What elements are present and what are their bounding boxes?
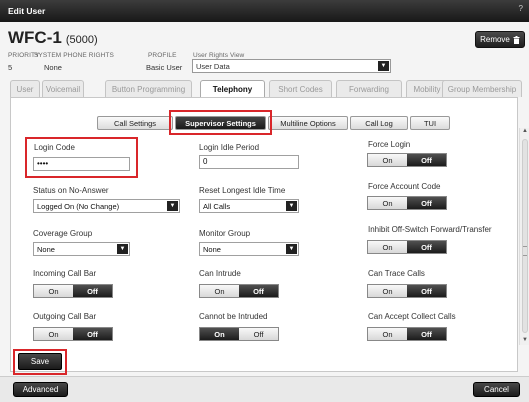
tab-user[interactable]: User xyxy=(10,80,40,97)
status-no-answer-value: Logged On (No Change) xyxy=(37,202,120,211)
inhibit-off-switch-on[interactable]: On xyxy=(368,241,407,253)
monitor-group-value: None xyxy=(203,245,221,254)
chevron-down-icon: ▼ xyxy=(117,244,128,254)
subtab-tui[interactable]: TUI xyxy=(410,116,450,130)
scroll-up-icon[interactable]: ▲ xyxy=(521,128,529,136)
force-account-code-label: Force Account Code xyxy=(368,182,441,191)
force-account-code-off[interactable]: Off xyxy=(407,197,446,209)
outgoing-call-bar-toggle[interactable]: On Off xyxy=(33,327,113,341)
system-phone-rights-value: None xyxy=(44,63,62,72)
accept-collect-calls-on[interactable]: On xyxy=(368,328,407,340)
tab-forwarding[interactable]: Forwarding xyxy=(336,80,402,97)
chevron-down-icon: ▼ xyxy=(378,61,389,71)
can-intrude-toggle[interactable]: On Off xyxy=(199,284,279,298)
cannot-be-intruded-off[interactable]: Off xyxy=(239,328,278,340)
footer-bar: Advanced Cancel xyxy=(0,376,529,402)
subtab-call-settings[interactable]: Call Settings xyxy=(97,116,173,130)
main-tabs: User Voicemail Button Programming Teleph… xyxy=(10,80,529,98)
incoming-call-bar-off[interactable]: Off xyxy=(73,285,112,297)
outgoing-call-bar-label: Outgoing Call Bar xyxy=(33,312,97,321)
can-trace-calls-toggle[interactable]: On Off xyxy=(367,284,447,298)
cannot-be-intruded-toggle[interactable]: On Off xyxy=(199,327,279,341)
login-idle-period-label: Login Idle Period xyxy=(199,143,260,152)
inhibit-off-switch-toggle[interactable]: On Off xyxy=(367,240,447,254)
priority-value: 5 xyxy=(8,63,13,72)
can-intrude-on[interactable]: On xyxy=(200,285,239,297)
cannot-be-intruded-on[interactable]: On xyxy=(200,328,239,340)
supervisor-settings-highlight xyxy=(169,110,272,135)
status-no-answer-select[interactable]: Logged On (No Change) ▼ xyxy=(33,199,180,213)
coverage-group-label: Coverage Group xyxy=(33,229,93,238)
content-scrollbar[interactable]: ▲ ▼ xyxy=(519,128,529,345)
can-intrude-off[interactable]: Off xyxy=(239,285,278,297)
profile-value: Basic User xyxy=(146,63,183,72)
user-name: WFC-1 (5000) xyxy=(8,28,98,48)
reset-idle-time-value: All Calls xyxy=(203,202,231,211)
advanced-button[interactable]: Advanced xyxy=(13,382,68,397)
scroll-down-icon[interactable]: ▼ xyxy=(521,337,529,345)
login-code-highlight xyxy=(25,137,138,178)
cannot-be-intruded-label: Cannot be Intruded xyxy=(199,312,268,321)
status-no-answer-label: Status on No-Answer xyxy=(33,186,109,195)
monitor-group-select[interactable]: None ▼ xyxy=(199,242,299,256)
incoming-call-bar-label: Incoming Call Bar xyxy=(33,269,97,278)
reset-idle-time-select[interactable]: All Calls ▼ xyxy=(199,199,299,213)
force-login-toggle[interactable]: On Off xyxy=(367,153,447,167)
can-trace-calls-off[interactable]: Off xyxy=(407,285,446,297)
can-trace-calls-on[interactable]: On xyxy=(368,285,407,297)
help-icon[interactable]: ? xyxy=(519,4,523,13)
user-rights-view-select[interactable]: User Data ▼ xyxy=(192,59,391,73)
user-name-text: WFC-1 xyxy=(8,28,62,47)
accept-collect-calls-off[interactable]: Off xyxy=(407,328,446,340)
force-login-on[interactable]: On xyxy=(368,154,407,166)
monitor-group-label: Monitor Group xyxy=(199,229,251,238)
can-trace-calls-label: Can Trace Calls xyxy=(368,269,425,278)
force-login-off[interactable]: Off xyxy=(407,154,446,166)
outgoing-call-bar-on[interactable]: On xyxy=(34,328,73,340)
trash-icon xyxy=(513,35,520,44)
tab-telephony[interactable]: Telephony xyxy=(200,80,265,98)
accept-collect-calls-label: Can Accept Collect Calls xyxy=(368,312,456,321)
outgoing-call-bar-off[interactable]: Off xyxy=(73,328,112,340)
remove-button[interactable]: Remove xyxy=(475,31,525,48)
user-rights-view-value: User Data xyxy=(196,62,230,71)
tab-short-codes[interactable]: Short Codes xyxy=(269,80,332,97)
user-extension: (5000) xyxy=(65,34,98,46)
chevron-down-icon: ▼ xyxy=(286,244,297,254)
profile-label: PROFILE xyxy=(148,52,177,59)
chevron-down-icon: ▼ xyxy=(286,201,297,211)
tab-group-membership[interactable]: Group Membership xyxy=(442,80,522,97)
remove-button-label: Remove xyxy=(480,35,510,44)
subtab-call-log[interactable]: Call Log xyxy=(350,116,408,130)
system-phone-rights-label: SYSTEM PHONE RIGHTS xyxy=(34,52,114,59)
coverage-group-value: None xyxy=(37,245,55,254)
force-login-label: Force Login xyxy=(368,140,411,149)
force-account-code-on[interactable]: On xyxy=(368,197,407,209)
tab-voicemail[interactable]: Voicemail xyxy=(42,80,84,97)
scroll-thumb[interactable] xyxy=(522,139,528,333)
window-title-bar: Edit User ? xyxy=(0,0,529,22)
can-intrude-label: Can Intrude xyxy=(199,269,241,278)
user-header: WFC-1 (5000) Remove PRIORITY 5 SYSTEM PHO… xyxy=(0,22,529,78)
window-title: Edit User xyxy=(8,6,46,16)
scroll-grip-icon xyxy=(523,246,527,256)
reset-idle-time-label: Reset Longest Idle Time xyxy=(199,186,286,195)
incoming-call-bar-toggle[interactable]: On Off xyxy=(33,284,113,298)
coverage-group-select[interactable]: None ▼ xyxy=(33,242,130,256)
force-account-code-toggle[interactable]: On Off xyxy=(367,196,447,210)
inhibit-off-switch-off[interactable]: Off xyxy=(407,241,446,253)
user-rights-view-label: User Rights View xyxy=(193,52,245,59)
inhibit-off-switch-label: Inhibit Off-Switch Forward/Transfer xyxy=(368,225,492,234)
tab-button-programming[interactable]: Button Programming xyxy=(105,80,192,97)
incoming-call-bar-on[interactable]: On xyxy=(34,285,73,297)
cancel-button[interactable]: Cancel xyxy=(473,382,520,397)
chevron-down-icon: ▼ xyxy=(167,201,178,211)
subtab-multiline-options[interactable]: Multiline Options xyxy=(268,116,348,130)
accept-collect-calls-toggle[interactable]: On Off xyxy=(367,327,447,341)
save-highlight xyxy=(13,349,67,375)
login-idle-period-input[interactable]: 0 xyxy=(199,155,299,169)
